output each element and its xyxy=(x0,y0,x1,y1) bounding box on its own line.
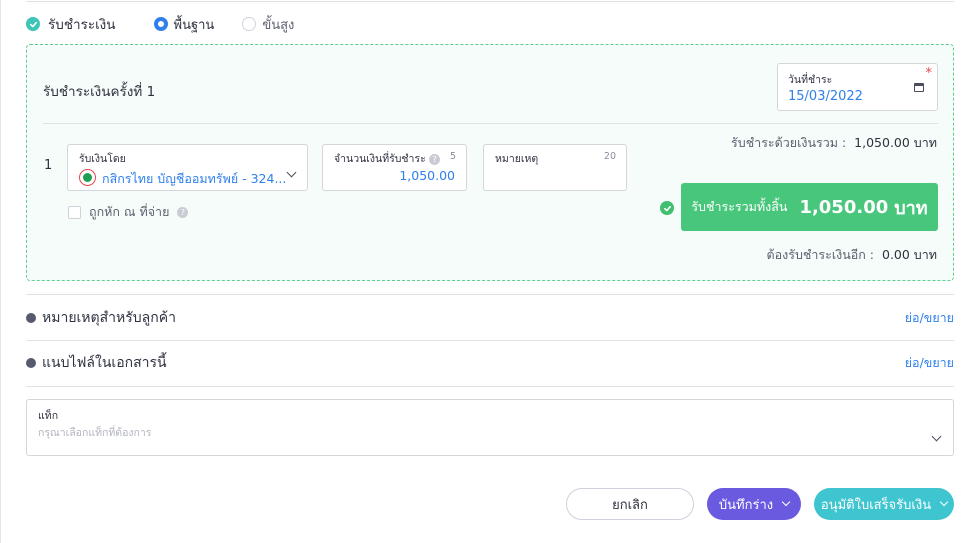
radio-basic-label[interactable]: พื้นฐาน xyxy=(174,14,215,35)
payment-date-value[interactable]: 15/03/2022 xyxy=(788,89,863,104)
chevron-down-icon xyxy=(781,497,791,507)
payment-date-field[interactable]: วันที่ชำระ 15/03/2022 * xyxy=(777,63,938,111)
radio-advanced[interactable] xyxy=(242,17,257,31)
tag-placeholder: กรุณาเลือกแท็กที่ต้องการ xyxy=(38,427,152,439)
section-customer-note-title: หมายเหตุสำหรับลูกค้า xyxy=(42,310,176,326)
radio-basic[interactable] xyxy=(153,17,168,31)
chevron-down-icon[interactable] xyxy=(931,431,942,442)
payment-row-number: 1 xyxy=(44,158,53,173)
radio-advanced-label[interactable]: ขั้นสูง xyxy=(262,14,294,35)
total-received-label: รับชำระรวมทั้งสิ้น xyxy=(691,199,788,214)
approve-receipt-button-label: อนุมัติใบเสร็จรับเงิน xyxy=(820,497,932,513)
left-border xyxy=(0,0,1,543)
save-draft-button-label: บันทึกร่าง xyxy=(718,497,774,513)
total-received-banner: รับชำระรวมทั้งสิ้น 1,050.00 บาท xyxy=(681,183,938,231)
note-count: 20 xyxy=(603,151,616,162)
required-mark: * xyxy=(925,66,933,81)
withholding-label[interactable]: ถูกหัก ณ ที่จ่าย xyxy=(89,202,169,222)
remaining-label: ต้องรับชำระเงินอีก : xyxy=(766,247,875,262)
section-attachments-title: แนบไฟล์ในเอกสารนี้ xyxy=(42,355,167,371)
help-icon[interactable]: ? xyxy=(177,206,189,218)
section-divider xyxy=(26,340,954,341)
payment-divider xyxy=(43,123,938,124)
chevron-down-icon xyxy=(939,497,949,507)
payment-round-title: รับชำระเงินครั้งที่ 1 xyxy=(43,84,156,100)
section-divider xyxy=(26,294,954,295)
section-divider xyxy=(26,386,954,387)
payment-mode-title: รับชำระเงิน xyxy=(48,17,116,33)
total-received-amount: 1,050.00 xyxy=(799,196,889,218)
calendar-icon[interactable] xyxy=(914,83,924,92)
bank-logo-icon xyxy=(79,169,96,186)
sum-received-line: รับชำระด้วยเงินรวม : 1,050.00 บาท xyxy=(731,133,937,153)
help-icon[interactable]: ? xyxy=(429,153,441,165)
amount-field[interactable]: จำนวนเงินที่รับชำระ ? 5 1,050.00 xyxy=(322,144,467,191)
sum-received-value: 1,050.00 บาท xyxy=(854,135,937,150)
bullet-icon xyxy=(26,313,36,323)
remaining-line: ต้องรับชำระเงินอีก : 0.00 บาท xyxy=(767,245,937,265)
top-divider xyxy=(26,1,954,2)
chevron-down-icon[interactable] xyxy=(286,167,297,178)
withholding-row: ถูกหัก ณ ที่จ่าย ? xyxy=(68,202,189,222)
section-customer-note-toggle[interactable]: ย่อ/ขยาย xyxy=(905,308,954,328)
check-circle-icon xyxy=(26,17,40,31)
save-draft-button[interactable]: บันทึกร่าง xyxy=(707,488,801,520)
payment-date-label: วันที่ชำระ xyxy=(788,74,833,86)
approve-receipt-button[interactable]: อนุมัติใบเสร็จรับเงิน xyxy=(814,488,954,520)
note-label: หมายเหตุ xyxy=(495,153,539,165)
cancel-button[interactable]: ยกเลิก xyxy=(566,488,694,520)
section-attachments: แนบไฟล์ในเอกสารนี้ ย่อ/ขยาย xyxy=(26,352,954,374)
cancel-button-label: ยกเลิก xyxy=(612,497,648,513)
payment-mode-row: รับชำระเงิน พื้นฐาน ขั้นสูง xyxy=(26,14,294,34)
tag-label: แท็ก xyxy=(38,410,59,422)
note-field[interactable]: หมายเหตุ 20 xyxy=(483,144,627,191)
amount-count: 5 xyxy=(449,151,456,162)
remaining-value: 0.00 บาท xyxy=(882,247,937,262)
amount-value[interactable]: 1,050.00 xyxy=(399,168,455,183)
received-by-value: กสิกรไทย บัญชีออมทรัพย์ - 324... xyxy=(102,171,287,186)
received-by-select[interactable]: รับเงินโดย กสิกรไทย บัญชีออมทรัพย์ - 324… xyxy=(67,144,308,191)
withholding-checkbox[interactable] xyxy=(68,205,81,219)
payment-box: รับชำระเงินครั้งที่ 1 วันที่ชำระ 15/03/2… xyxy=(26,44,954,281)
sum-received-label: รับชำระด้วยเงินรวม : xyxy=(731,135,847,150)
total-received-unit: บาท xyxy=(894,197,928,219)
section-attachments-toggle[interactable]: ย่อ/ขยาย xyxy=(905,353,954,373)
received-by-label: รับเงินโดย xyxy=(79,153,126,165)
amount-label: จำนวนเงินที่รับชำระ ? xyxy=(334,150,441,167)
tag-select[interactable]: แท็ก กรุณาเลือกแท็กที่ต้องการ xyxy=(26,399,954,456)
section-customer-note: หมายเหตุสำหรับลูกค้า ย่อ/ขยาย xyxy=(26,307,954,329)
total-check-icon xyxy=(660,201,674,215)
bullet-icon xyxy=(26,358,36,368)
